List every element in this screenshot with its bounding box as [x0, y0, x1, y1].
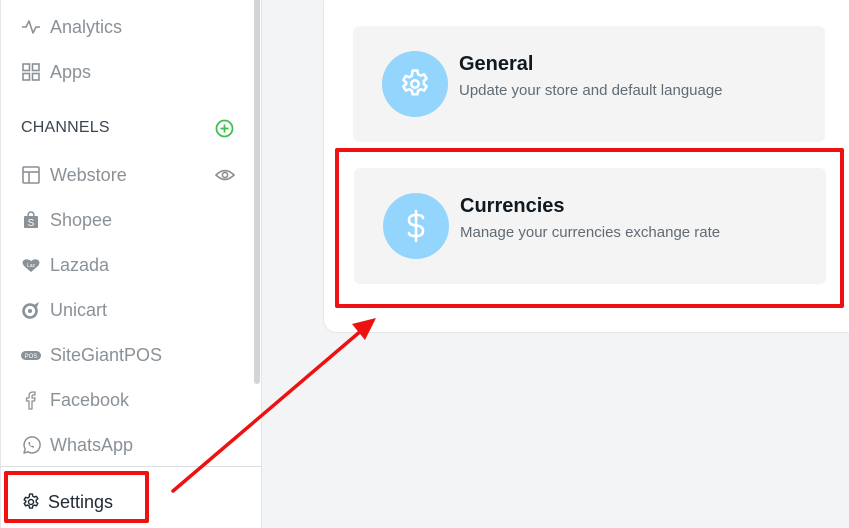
gear-icon	[21, 492, 41, 512]
unicart-icon	[21, 300, 41, 320]
dollar-icon	[407, 209, 425, 243]
sidebar-item-whatsapp[interactable]: WhatsApp	[21, 433, 133, 457]
sidebar-item-facebook[interactable]: Facebook	[21, 388, 129, 412]
add-channel-button[interactable]	[215, 119, 234, 138]
sidebar-item-unicart[interactable]: Unicart	[21, 298, 107, 322]
pos-badge-icon: POS	[21, 345, 41, 365]
sidebar-item-analytics[interactable]: Analytics	[21, 15, 122, 39]
sidebar-item-webstore[interactable]: Webstore	[21, 163, 127, 187]
eye-icon	[214, 169, 236, 181]
sidebar-item-label: Webstore	[50, 164, 127, 185]
gear-icon	[402, 69, 428, 96]
sidebar: Analytics Apps CHANNELS Webstore S Shope…	[0, 0, 262, 528]
svg-text:POS: POS	[25, 354, 38, 360]
currencies-icon-circle	[383, 193, 449, 259]
lazada-heart-icon: Laz	[21, 255, 41, 275]
sidebar-item-shopee[interactable]: S Shopee	[21, 208, 112, 232]
svg-text:Laz: Laz	[27, 263, 36, 269]
sidebar-divider	[0, 466, 261, 467]
sidebar-item-label: WhatsApp	[50, 434, 134, 455]
sidebar-item-label: Facebook	[50, 389, 130, 410]
general-card-title: General	[459, 53, 534, 75]
sidebar-item-label: Analytics	[50, 16, 123, 37]
svg-text:S: S	[28, 218, 35, 229]
sidebar-item-apps[interactable]: Apps	[21, 60, 91, 84]
analytics-pulse-icon	[21, 17, 41, 37]
sidebar-item-label: Shopee	[50, 209, 113, 230]
sidebar-edge	[0, 0, 1, 528]
settings-label: Settings	[48, 491, 114, 512]
general-card-description: Update your store and default language	[459, 82, 723, 99]
plus-circle-icon	[215, 119, 234, 138]
general-icon-circle	[382, 51, 448, 117]
sidebar-item-sitegiantpos[interactable]: POS SiteGiantPOS	[21, 343, 162, 367]
apps-grid-icon	[21, 62, 41, 82]
sidebar-item-lazada[interactable]: Laz Lazada	[21, 253, 109, 277]
facebook-icon	[21, 390, 41, 410]
sidebar-item-label: Apps	[50, 61, 92, 82]
webstore-view-button[interactable]	[214, 166, 236, 184]
channels-section-label: CHANNELS	[21, 119, 110, 136]
sidebar-item-settings[interactable]: Settings	[21, 490, 113, 514]
currencies-settings-card[interactable]: Currencies Manage your currencies exchan…	[354, 168, 826, 284]
sidebar-item-label: Lazada	[50, 254, 110, 275]
sidebar-item-label: Unicart	[50, 299, 108, 320]
webstore-layout-icon	[21, 165, 41, 185]
sidebar-scrollbar[interactable]	[254, 0, 260, 384]
shopee-bag-icon: S	[21, 210, 41, 230]
whatsapp-icon	[21, 435, 41, 455]
currencies-card-description: Manage your currencies exchange rate	[460, 224, 721, 241]
currencies-card-title: Currencies	[460, 195, 565, 217]
general-settings-card[interactable]: General Update your store and default la…	[353, 26, 825, 142]
sidebar-item-label: SiteGiantPOS	[50, 344, 163, 365]
